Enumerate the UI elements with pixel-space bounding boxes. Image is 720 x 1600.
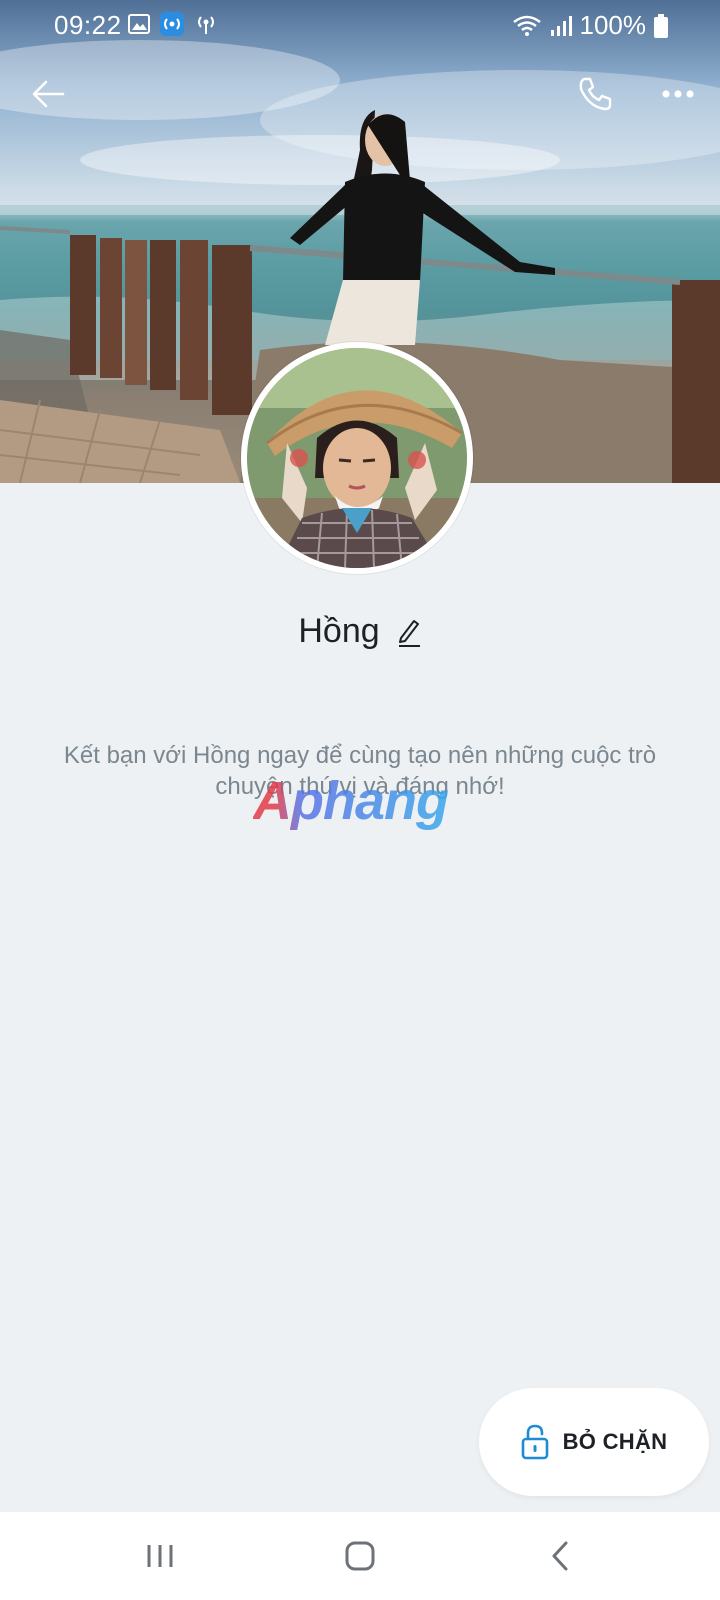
- status-bar: 09:22 100%: [0, 0, 720, 50]
- home-button[interactable]: [338, 1534, 382, 1578]
- battery-percent: 100%: [579, 10, 647, 40]
- status-time: 09:22: [54, 10, 122, 40]
- unblock-label: BỎ CHẶN: [562, 1429, 668, 1454]
- signal-icon: [550, 15, 572, 36]
- recents-icon: [147, 1545, 173, 1567]
- profile-avatar[interactable]: [241, 342, 473, 574]
- watermark-logo: Aphang: [253, 771, 449, 831]
- hotspot-icon: [160, 12, 184, 36]
- avatar-photo: [247, 348, 467, 568]
- back-button[interactable]: [24, 70, 72, 118]
- phone-icon: [579, 77, 612, 111]
- more-options-icon: [662, 90, 694, 98]
- status-notification-icons: [128, 12, 218, 36]
- system-navigation-bar: [0, 1512, 720, 1600]
- back-chevron-icon: [552, 1541, 568, 1571]
- broadcast-icon: [198, 16, 214, 34]
- recents-button[interactable]: [138, 1534, 182, 1578]
- profile-name-row: Hồng: [0, 612, 720, 651]
- more-options-button[interactable]: [654, 70, 702, 118]
- home-icon: [345, 1541, 375, 1571]
- profile-name: Hồng: [298, 612, 380, 650]
- status-system-icons: 100%: [512, 10, 668, 41]
- gallery-icon: [128, 14, 150, 34]
- battery-icon: [654, 13, 668, 38]
- wifi-icon: [512, 15, 541, 36]
- call-button[interactable]: [571, 70, 619, 118]
- pencil-icon[interactable]: [396, 617, 422, 647]
- back-arrow-icon: [32, 80, 65, 108]
- unlock-icon: [521, 1424, 548, 1460]
- unblock-button[interactable]: BỎ CHẶN: [479, 1388, 709, 1496]
- nav-back-button[interactable]: [538, 1534, 582, 1578]
